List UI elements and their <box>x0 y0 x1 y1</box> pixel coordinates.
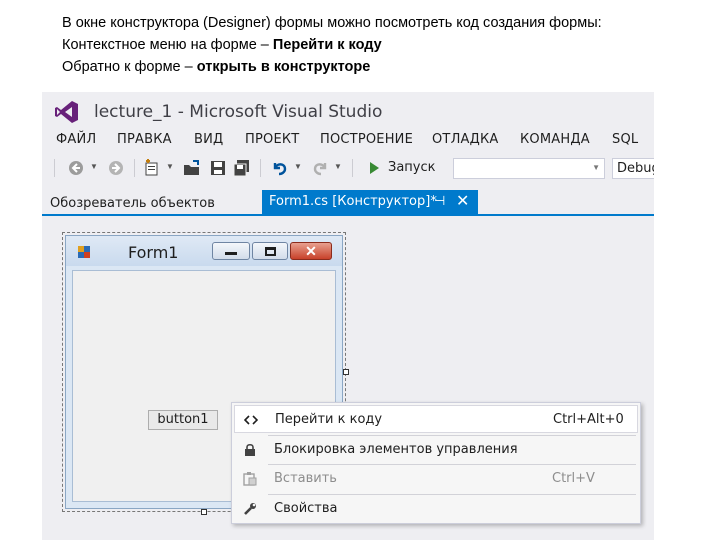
menu-item-properties[interactable]: Свойства <box>234 495 638 523</box>
new-project-dropdown-icon[interactable]: ▼ <box>166 162 174 171</box>
caption-line-3: Обратно к форме – открыть в конструкторе <box>62 56 712 78</box>
minimize-button[interactable] <box>212 242 250 260</box>
button1[interactable]: button1 <box>148 410 218 430</box>
wrench-icon <box>242 501 258 517</box>
menu-build[interactable]: ПОСТРОЕНИЕ <box>320 132 413 147</box>
close-icon[interactable]: ✕ <box>456 191 469 211</box>
save-icon[interactable] <box>208 158 228 178</box>
undo-dropdown-icon[interactable]: ▼ <box>294 162 302 171</box>
slide-caption: В окне конструктора (Designer) формы мож… <box>62 12 712 78</box>
solution-configuration-dropdown[interactable]: Debug <box>612 158 654 179</box>
forward-icon[interactable] <box>106 158 126 178</box>
toolbar-separator <box>134 159 135 177</box>
start-debug-icon[interactable] <box>364 158 384 178</box>
lock-icon <box>242 442 258 458</box>
window-title: lecture_1 - Microsoft Visual Studio <box>94 102 383 122</box>
caption-line-1: В окне конструктора (Designer) формы мож… <box>62 15 602 31</box>
caption-line-3-prefix: Обратно к форме – <box>62 59 197 75</box>
menu-debug[interactable]: ОТЛАДКА <box>432 132 499 147</box>
menu-bar: ФАЙЛ ПРАВКА ВИД ПРОЕКТ ПОСТРОЕНИЕ ОТЛАДК… <box>42 130 654 152</box>
caption-line-2-bold: Перейти к коду <box>272 37 382 53</box>
menu-item-label: Свойства <box>274 501 338 516</box>
tab-form1-designer-label: Form1.cs [Конструктор]* <box>269 194 437 209</box>
menu-file[interactable]: ФАЙЛ <box>56 132 96 147</box>
menu-team[interactable]: КОМАНДА <box>520 132 590 147</box>
caption-line-2: Контекстное меню на форме – Перейти к ко… <box>62 34 712 56</box>
code-icon <box>243 412 259 428</box>
visual-studio-window: lecture_1 - Microsoft Visual Studio ФАЙЛ… <box>42 92 654 540</box>
close-icon: ✕ <box>305 243 317 259</box>
minimize-icon <box>225 251 237 255</box>
menu-item-shortcut: Ctrl+Alt+0 <box>553 412 624 427</box>
form1-title: Form1 <box>128 243 179 262</box>
back-dropdown-icon[interactable]: ▼ <box>90 162 98 171</box>
resize-handle-right[interactable] <box>343 369 349 375</box>
run-target-dropdown[interactable]: ▼ <box>453 158 605 179</box>
maximize-button[interactable] <box>252 242 288 260</box>
close-button[interactable]: ✕ <box>290 242 332 260</box>
menu-item-label: Перейти к коду <box>275 412 383 427</box>
menu-item-go-to-code[interactable]: Перейти к коду Ctrl+Alt+0 <box>234 405 638 433</box>
open-file-icon[interactable] <box>182 158 202 178</box>
redo-dropdown-icon[interactable]: ▼ <box>334 162 342 171</box>
pin-icon[interactable]: ⊣ <box>434 193 445 209</box>
new-project-icon[interactable] <box>142 158 162 178</box>
form1-title-bar: Form1 ✕ <box>66 236 342 266</box>
menu-sql[interactable]: SQL <box>612 132 638 147</box>
paste-icon <box>242 471 258 487</box>
form-icon <box>78 246 90 258</box>
menu-item-lock-controls[interactable]: Блокировка элементов управления <box>234 436 638 464</box>
visual-studio-logo-icon <box>55 101 78 123</box>
undo-icon[interactable] <box>270 158 290 178</box>
toolbar-separator <box>352 159 353 177</box>
menu-item-label: Вставить <box>274 471 337 486</box>
resize-handle-bottom[interactable] <box>201 509 207 515</box>
menu-item-shortcut: Ctrl+V <box>552 471 595 486</box>
menu-item-paste[interactable]: Вставить Ctrl+V <box>234 465 638 493</box>
start-button-label[interactable]: Запуск <box>388 160 436 175</box>
standard-toolbar: ▼ ▼ ▼ ▼ Запуск ▼ Debu <box>42 154 654 182</box>
context-menu: Перейти к коду Ctrl+Alt+0 Блокировка эле… <box>231 402 641 524</box>
chevron-down-icon: ▼ <box>592 163 600 172</box>
caption-line-3-bold: открыть в конструкторе <box>196 59 371 75</box>
save-all-icon[interactable] <box>232 158 252 178</box>
maximize-icon <box>264 246 276 256</box>
menu-view[interactable]: ВИД <box>194 132 223 147</box>
tab-object-browser[interactable]: Обозреватель объектов <box>50 196 215 211</box>
caption-line-2-prefix: Контекстное меню на форме – <box>62 37 273 53</box>
document-tab-strip: Обозреватель объектов Form1.cs [Конструк… <box>42 190 654 216</box>
toolbar-separator <box>260 159 261 177</box>
back-icon[interactable] <box>66 158 86 178</box>
toolbar-grip <box>54 159 55 177</box>
title-bar: lecture_1 - Microsoft Visual Studio <box>42 92 654 130</box>
menu-item-label: Блокировка элементов управления <box>274 442 518 457</box>
menu-edit[interactable]: ПРАВКА <box>117 132 172 147</box>
menu-project[interactable]: ПРОЕКТ <box>245 132 299 147</box>
redo-icon[interactable] <box>310 158 330 178</box>
tab-form1-designer[interactable]: Form1.cs [Конструктор]* ⊣ ✕ <box>262 190 478 214</box>
